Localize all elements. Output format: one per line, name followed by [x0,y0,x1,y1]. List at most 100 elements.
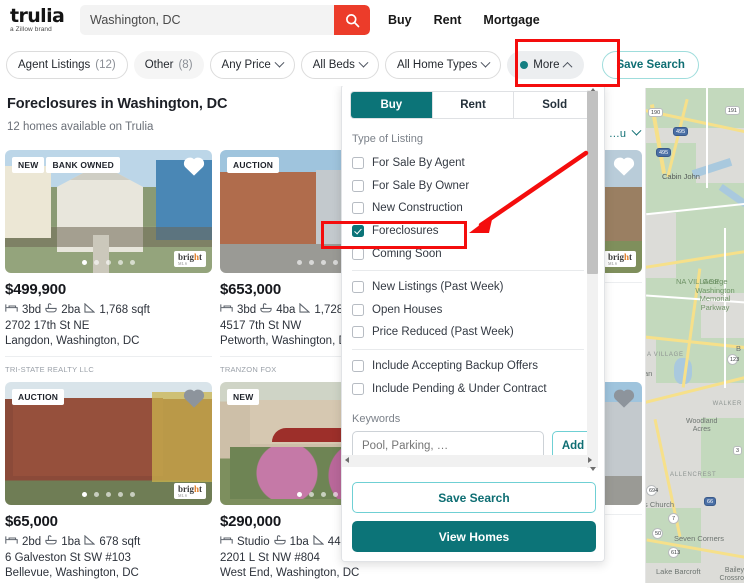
option-foreclosures[interactable]: Foreclosures [352,220,594,243]
listing-badges: AUCTION [12,389,65,405]
tab-buy[interactable]: Buy [351,92,433,118]
listing-photo[interactable]: AUCTION bright MLS [5,382,212,505]
favorite-heart-icon[interactable] [613,156,635,176]
listing-beds: 3bd [237,303,257,316]
map-panel[interactable]: 190 191 495 495 Cabin John NA VILLAGE Ge… [645,88,744,583]
option-include-accepting-backup-offers[interactable]: Include Accepting Backup Offers [352,355,594,378]
search-icon [345,13,359,27]
checkbox-icon[interactable] [352,303,364,316]
results-count: 12 homes available on Trulia [7,121,154,133]
badge-auction: AUCTION [12,389,65,405]
panel-scroll-thumb[interactable] [587,91,598,274]
listing-locality: Bellevue, Washington, DC [5,567,139,579]
option-new-listings-past-week[interactable]: New Listings (Past Week) [352,276,594,299]
bright-mls-watermark: bright MLS [173,251,206,267]
chevron-up-icon [563,61,573,72]
checkbox-icon[interactable] [352,179,364,192]
active-filter-dot-icon [520,61,529,69]
option-for-sale-by-owner[interactable]: For Sale By Owner [352,175,594,198]
listing-beds: 3bd [22,303,42,316]
bath-icon [273,535,286,548]
option-open-houses[interactable]: Open Houses [352,299,594,322]
listing-price: $65,000 [5,513,58,530]
option-new-construction[interactable]: New Construction [352,197,594,220]
listing-card[interactable]: NEW BANK OWNED bright MLS $499,900 3bd 2… [5,150,212,374]
checkbox-icon[interactable] [352,382,364,395]
listing-sqft: 1,768 sqft [99,303,150,316]
bed-icon [5,535,18,548]
tab-sold[interactable]: Sold [514,92,595,118]
favorite-heart-icon[interactable] [183,388,205,408]
trulia-search-page: 190 191 495 495 Cabin John NA VILLAGE Ge… [0,0,744,583]
listing-card[interactable]: AUCTION bright MLS $65,000 2bd 1ba 678 s… [5,382,212,583]
more-filters-panel[interactable]: Buy Rent Sold Type of Listing For Sale B… [341,84,605,562]
site-header: trulia a Zillow brand Buy Rent Mortgage [0,0,744,40]
listing-broker: TRI-STATE REALTY LLC [5,356,212,374]
save-search-button[interactable]: Save Search [602,51,699,79]
search-button[interactable] [334,5,370,35]
listing-specs: 3bd 2ba 1,768 sqft [5,302,212,316]
filter-all-beds[interactable]: All Beds [300,51,379,79]
listing-beds: Studio [237,535,270,548]
tab-rent[interactable]: Rent [432,92,515,118]
filter-other[interactable]: Other (8) [133,51,204,79]
sqft-icon [84,534,96,548]
nav-rent[interactable]: Rent [434,13,462,27]
option-price-reduced-past-week[interactable]: Price Reduced (Past Week) [352,321,594,344]
badge-bank-owned: BANK OWNED [46,157,120,173]
filter-any-price[interactable]: Any Price [209,51,295,79]
divider [352,348,584,350]
panel-view-homes-button[interactable]: View Homes [352,521,596,552]
checkbox-icon[interactable] [352,202,364,215]
panel-footer: Save Search View Homes [342,474,604,561]
listing-type-tabs: Buy Rent Sold [350,91,596,119]
sqft-icon [313,534,325,548]
type-of-listing-label: Type of Listing [352,133,423,145]
listing-locality: West End, Washington, DC [220,567,360,579]
scroll-left-arrow-icon[interactable] [345,457,349,463]
filter-all-home-types[interactable]: All Home Types [384,51,502,79]
filter-more-button[interactable]: More [507,51,585,79]
listing-address: 6 Galveston St SW #103 [5,552,131,564]
filter-bar: Agent Listings (12) Other (8) Any Price … [0,44,744,86]
checkbox-checked-icon[interactable] [352,225,364,238]
favorite-heart-icon[interactable] [183,156,205,176]
listing-address: 2702 17th St NE [5,320,90,332]
page-header: Foreclosures in Washington, DC 12 homes … [7,96,228,133]
trulia-logo[interactable]: trulia a Zillow brand [10,4,70,34]
nav-buy[interactable]: Buy [388,13,412,27]
listing-badges: AUCTION [227,157,280,173]
checkbox-icon[interactable] [352,281,364,294]
listing-beds: 2bd [22,535,42,548]
main-nav: Buy Rent Mortgage [388,13,540,27]
checkbox-icon[interactable] [352,157,364,170]
bright-mls-watermark: bright MLS [603,251,636,267]
chevron-down-icon [358,57,369,68]
search-input[interactable] [80,5,320,35]
filter-agent-listings[interactable]: Agent Listings (12) [6,51,128,79]
bath-icon [45,303,57,316]
option-for-sale-by-agent[interactable]: For Sale By Agent [352,152,594,175]
type-of-listing-options: For Sale By Agent For Sale By Owner New … [342,152,604,400]
bath-icon [260,303,272,316]
logo-wordmark: trulia [10,4,65,27]
checkbox-icon[interactable] [352,326,364,339]
checkbox-icon[interactable] [352,247,364,260]
chevron-down-icon [631,125,642,136]
nav-mortgage[interactable]: Mortgage [483,13,539,27]
listing-photo[interactable]: NEW BANK OWNED bright MLS [5,150,212,273]
sort-dropdown[interactable]: …u [609,125,642,140]
bed-icon [220,303,233,316]
bath-icon [45,535,57,548]
badge-new: NEW [227,389,260,405]
panel-save-search-button[interactable]: Save Search [352,482,596,513]
scroll-right-arrow-icon[interactable] [588,457,592,463]
favorite-heart-icon[interactable] [613,388,635,408]
checkbox-icon[interactable] [352,360,364,373]
sqft-icon [299,302,311,316]
search-bar[interactable] [80,5,370,35]
panel-vertical-scrollbar[interactable] [587,88,598,471]
option-include-pending-under-contract[interactable]: Include Pending & Under Contract [352,377,594,400]
option-coming-soon[interactable]: Coming Soon [352,242,594,265]
panel-horizontal-scrollbar[interactable] [342,455,595,467]
